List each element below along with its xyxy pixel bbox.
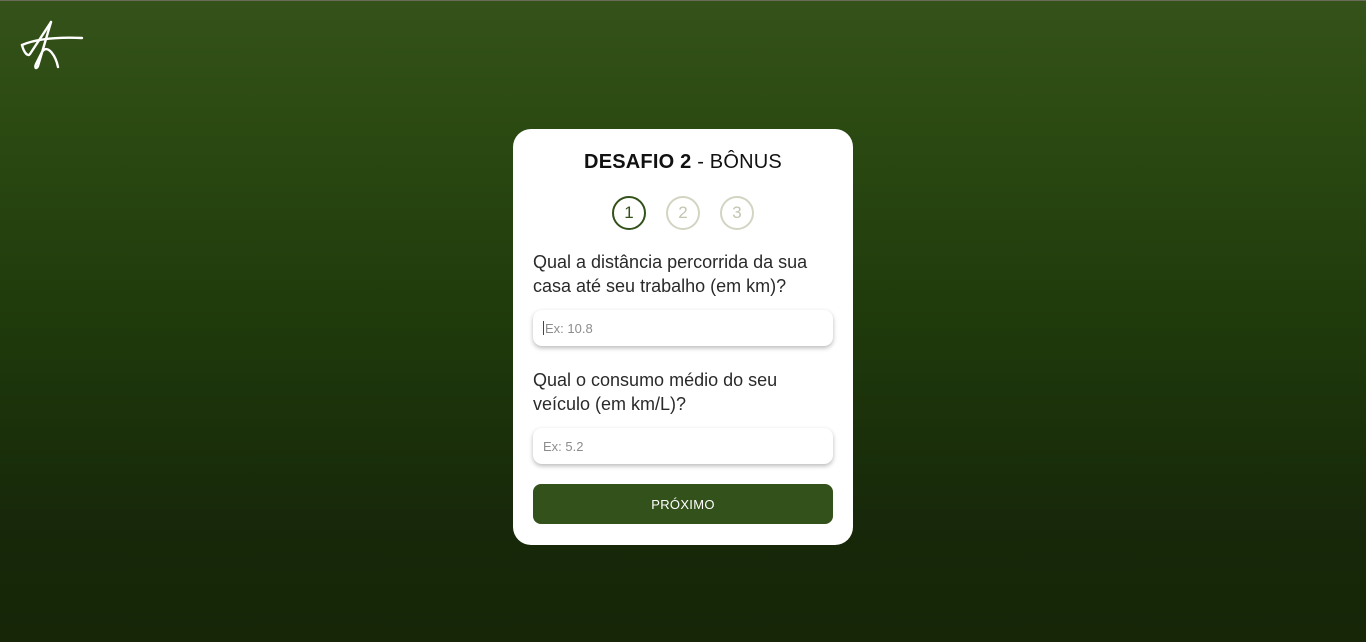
question-distance-label: Qual a distância percorrida da sua casa … (533, 252, 808, 296)
step-3[interactable]: 3 (720, 196, 754, 230)
consumption-input[interactable] (543, 428, 833, 464)
page-title: DESAFIO 2 - BÔNUS (533, 151, 833, 174)
step-indicator: 1 2 3 (533, 196, 833, 230)
star-signature-logo-icon (20, 20, 84, 70)
consumption-field[interactable] (533, 428, 833, 464)
question-consumption-label: Qual o consumo médio do seu veículo (em … (533, 370, 778, 414)
distance-input[interactable] (545, 310, 833, 346)
step-1[interactable]: 1 (612, 196, 646, 230)
distance-field[interactable] (533, 310, 833, 346)
next-button[interactable]: PRÓXIMO (533, 484, 833, 524)
text-caret (543, 321, 544, 335)
logo[interactable] (18, 19, 86, 71)
title-bold: DESAFIO 2 (584, 151, 692, 173)
title-subtitle: - BÔNUS (691, 151, 782, 173)
step-2[interactable]: 2 (666, 196, 700, 230)
challenge-card: DESAFIO 2 - BÔNUS 1 2 3 Qual a distância… (513, 129, 853, 545)
